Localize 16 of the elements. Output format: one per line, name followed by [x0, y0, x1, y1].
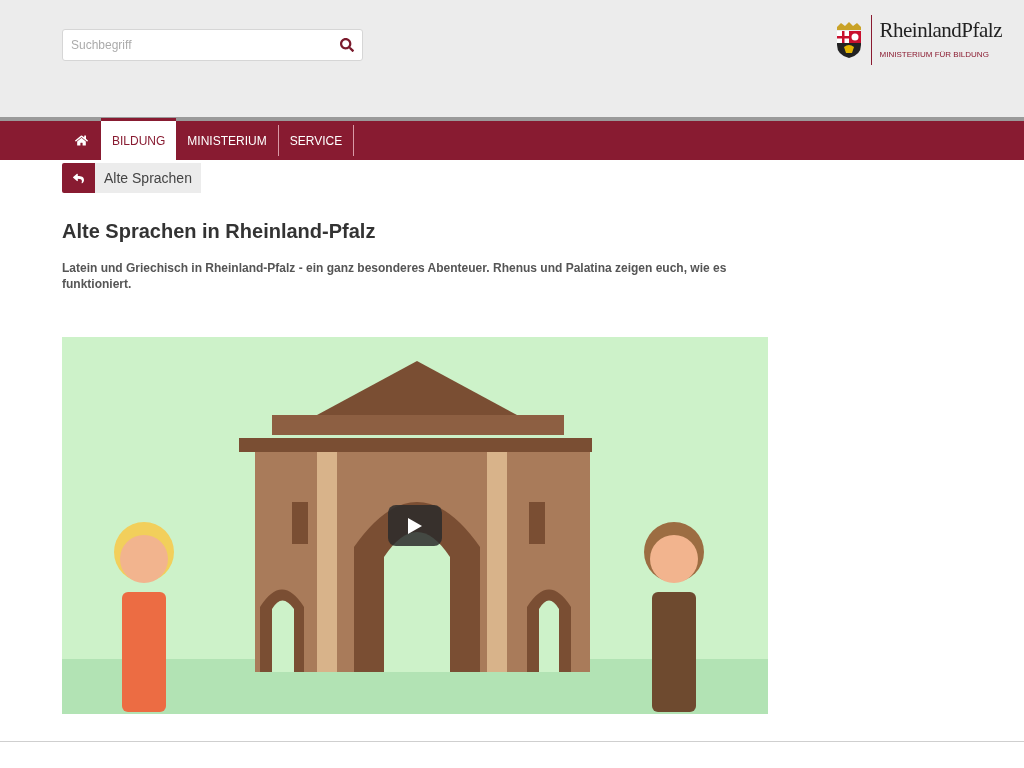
play-button[interactable]	[388, 505, 442, 546]
intro-paragraph: Latein und Griechisch in Rheinland-Pfalz - ein ganz besonderes Abenteuer. Rhenus und Palatina zeigen euch, wie es funktioniert.	[62, 260, 728, 292]
coat-of-arms-icon	[834, 21, 863, 59]
back-arrow-icon	[73, 172, 84, 184]
logo-wordmark: RheinlandPfalz	[879, 19, 1002, 41]
home-icon	[75, 134, 88, 147]
nav-tab[interactable]: MINISTERIUM	[176, 125, 279, 156]
back-button[interactable]	[62, 163, 95, 193]
breadcrumb-link[interactable]: Alte Sprachen	[95, 163, 201, 193]
search-icon[interactable]	[340, 38, 354, 52]
nav-tab[interactable]: SERVICE	[278, 125, 355, 156]
play-icon	[408, 517, 422, 534]
nav-tab[interactable]: BILDUNG	[101, 118, 177, 160]
page-title: Alte Sprachen in Rheinland-Pfalz	[62, 219, 376, 244]
search-field[interactable]: Suchbegriff	[62, 29, 363, 61]
logo-subtitle: MINISTERIUM FÜR BILDUNG	[879, 48, 990, 61]
